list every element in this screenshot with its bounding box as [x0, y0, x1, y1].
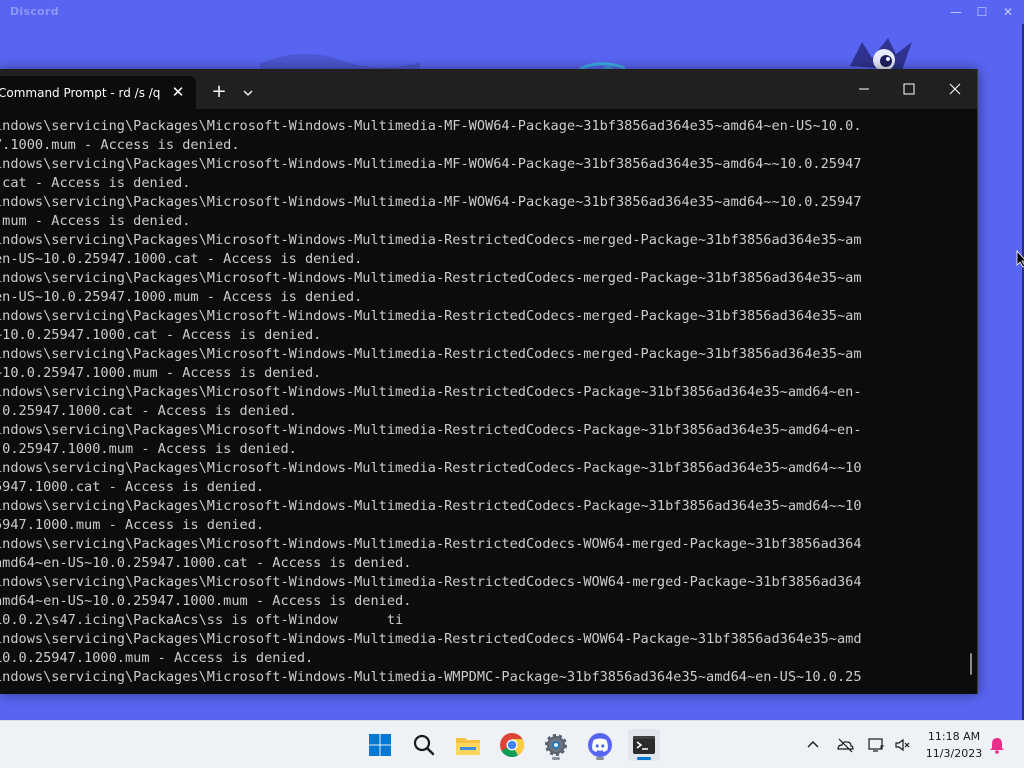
terminal-line: indows\servicing\Packages\Microsoft-Wind… [0, 194, 862, 210]
terminal-line: indows\servicing\Packages\Microsoft-Wind… [0, 232, 862, 248]
new-tab-button[interactable]: + [208, 82, 230, 104]
taskbar: 11:18 AM 11/3/2023 [0, 720, 1024, 768]
terminal-line: indows\servicing\Packages\Microsoft-Wind… [0, 536, 862, 552]
display-icon[interactable] [866, 735, 886, 755]
chevron-up-icon[interactable] [803, 735, 823, 755]
chrome-button[interactable] [496, 729, 528, 761]
file-explorer-button[interactable] [452, 729, 484, 761]
terminal-line: amd64~en-US~10.0.25947.1000.mum - Access… [0, 593, 412, 609]
discord-minimize-button[interactable]: — [945, 3, 967, 21]
chrome-icon [500, 733, 525, 758]
terminal-maximize-button[interactable] [895, 79, 923, 99]
search-icon [413, 734, 435, 756]
terminal-line: indows\servicing\Packages\Microsoft-Wind… [0, 498, 862, 514]
tab-close-button[interactable]: ✕ [170, 82, 186, 102]
windows-logo-icon [369, 734, 391, 756]
active-indicator [637, 757, 651, 760]
terminal-minimize-button[interactable] [850, 79, 878, 99]
terminal-line: indows\servicing\Packages\Microsoft-Wind… [0, 422, 862, 438]
terminal-line: ~10.0.25947.1000.mum - Access is denied. [0, 365, 322, 381]
terminal-line: .cat - Access is denied. [0, 175, 191, 191]
terminal-scrollbar[interactable] [970, 653, 972, 675]
terminal-line: 5947.1000.cat - Access is denied. [0, 479, 265, 495]
terminal-line: 10.0.25947.1000.mum - Access is denied. [0, 650, 314, 666]
terminal-line: 10.0.2\s47.icing\PackaAcs\ss is oft-Wind… [0, 612, 404, 628]
discord-title: Discord [10, 5, 59, 18]
running-indicator [552, 757, 560, 760]
onedrive-offline-icon[interactable] [835, 735, 855, 755]
mouse-cursor-icon [1016, 250, 1024, 268]
discord-taskbar-button[interactable] [584, 729, 616, 761]
tab-command-prompt[interactable]: Command Prompt - rd /s /q c ✕ [0, 76, 196, 109]
volume-muted-icon[interactable] [893, 735, 913, 755]
terminal-line: amd64~en-US~10.0.25947.1000.cat - Access… [0, 555, 412, 571]
folder-icon [456, 738, 480, 755]
discord-titlebar: Discord — ☐ ✕ [0, 0, 1024, 24]
terminal-line: .mum - Access is denied. [0, 213, 191, 229]
terminal-close-button[interactable] [941, 79, 969, 99]
clock-date[interactable]: 11/3/2023 [923, 747, 985, 760]
discord-maximize-button[interactable]: ☐ [971, 3, 993, 21]
terminal-line: indows\servicing\Packages\Microsoft-Wind… [0, 631, 862, 647]
terminal-line: indows\servicing\Packages\Microsoft-Wind… [0, 118, 862, 134]
terminal-line: 5947.1000.mum - Access is denied. [0, 517, 265, 533]
terminal-line: ~10.0.25947.1000.cat - Access is denied. [0, 327, 322, 343]
tab-title: Command Prompt - rd /s /q c [0, 86, 160, 100]
chevron-down-icon[interactable] [238, 83, 258, 103]
terminal-line: .0.25947.1000.cat - Access is denied. [0, 403, 297, 419]
terminal-window[interactable]: Command Prompt - rd /s /q c ✕ + indows\s… [0, 69, 978, 694]
clock-time[interactable]: 11:18 AM [923, 730, 985, 743]
terminal-line: indows\servicing\Packages\Microsoft-Wind… [0, 669, 862, 685]
terminal-output[interactable]: indows\servicing\Packages\Microsoft-Wind… [0, 109, 960, 694]
running-indicator [596, 757, 604, 760]
terminal-line: indows\servicing\Packages\Microsoft-Wind… [0, 384, 862, 400]
terminal-line: indows\servicing\Packages\Microsoft-Wind… [0, 270, 862, 286]
terminal-line: en-US~10.0.25947.1000.cat - Access is de… [0, 251, 363, 267]
discord-close-button[interactable]: ✕ [997, 3, 1019, 21]
terminal-line: indows\servicing\Packages\Microsoft-Wind… [0, 346, 862, 362]
terminal-taskbar-button[interactable] [628, 729, 660, 761]
search-button[interactable] [408, 729, 440, 761]
terminal-line: indows\servicing\Packages\Microsoft-Wind… [0, 308, 862, 324]
start-button[interactable] [364, 729, 396, 761]
bell-icon[interactable] [987, 735, 1007, 755]
settings-button[interactable] [540, 729, 572, 761]
terminal-line: indows\servicing\Packages\Microsoft-Wind… [0, 460, 862, 476]
terminal-line: indows\servicing\Packages\Microsoft-Wind… [0, 156, 862, 172]
terminal-line: indows\servicing\Packages\Microsoft-Wind… [0, 574, 862, 590]
terminal-line: en-US~10.0.25947.1000.mum - Access is de… [0, 289, 363, 305]
terminal-titlebar[interactable]: Command Prompt - rd /s /q c ✕ + [0, 69, 977, 109]
terminal-line: .0.25947.1000.mum - Access is denied. [0, 441, 297, 457]
terminal-line: 7.1000.mum - Access is denied. [0, 137, 240, 153]
